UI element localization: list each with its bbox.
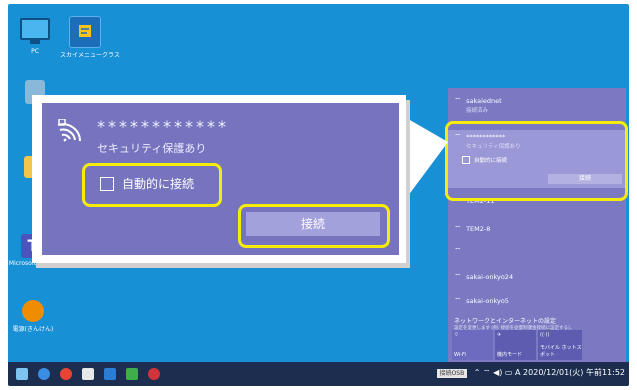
network-settings-link[interactable]: ネットワークとインターネットの設定 設定を変更します (例: 接続を従量制課金接… — [454, 316, 574, 331]
volume-icon[interactable]: ◀) — [493, 368, 502, 377]
start-icon[interactable] — [16, 368, 28, 380]
highlight-box-checkbox — [82, 163, 222, 207]
chevron-up-icon[interactable]: ⌃ — [474, 368, 481, 377]
highlight-box-connect — [238, 204, 390, 248]
network-tray-icon[interactable]: ⌔ — [483, 368, 491, 377]
network-status: 接続済み — [466, 108, 489, 114]
hotspot-icon: ((·)) — [540, 332, 550, 338]
app-icon[interactable] — [126, 368, 138, 380]
desktop-icon-skymenu[interactable]: スカイメニュークラス — [60, 16, 120, 59]
explorer-icon[interactable] — [82, 368, 94, 380]
tile-label: モバイル ホットスポット — [540, 345, 582, 358]
quick-action-tiles: ⌔ Wi-Fi ✈ 機内モード ((·)) モバイル ホットスポット — [452, 330, 622, 360]
power-icon — [22, 300, 44, 322]
network-item[interactable]: ⌔ sakai-onkyo5 — [454, 296, 509, 306]
network-name: sakai-onkyo5 — [466, 297, 509, 305]
network-item-sakaiednet[interactable]: ⌔ sakaiednet 接続済み — [454, 96, 502, 114]
network-name: sakai-onkyo24 — [466, 273, 514, 281]
network-ssid: ************ — [97, 117, 229, 136]
system-tray: 接続OSB ⌃ ⌔ ◀) ▭ A 2020/12/01(火) 午前11:52 — [436, 367, 625, 378]
network-name: sakaiednet — [466, 97, 502, 105]
network-item[interactable]: ⌔ — [454, 246, 464, 256]
desktop-icon-label: PC — [31, 48, 39, 55]
tile-label: 機内モード — [497, 352, 523, 358]
desktop-icon-label: スカイメニュークラス — [60, 52, 120, 59]
wifi-icon: ⌔ — [454, 272, 462, 281]
mobile-hotspot-tile[interactable]: ((·)) モバイル ホットスポット — [538, 330, 582, 360]
edge-icon[interactable] — [38, 368, 50, 380]
desktop-icon-power[interactable]: 電源(きんけん) — [8, 300, 58, 333]
desktop-icon-label: 電源(きんけん) — [12, 326, 54, 333]
app-icon[interactable] — [148, 368, 160, 380]
airplane-mode-tile[interactable]: ✈ 機内モード — [495, 330, 536, 360]
keyboard-icon[interactable]: ▭ — [505, 368, 513, 377]
clock[interactable]: A 2020/12/01(火) 午前11:52 — [515, 368, 625, 377]
chrome-icon[interactable] — [60, 368, 72, 380]
wifi-secure-icon — [57, 119, 81, 142]
network-security-status: セキュリティ保護あり — [97, 142, 207, 155]
store-icon[interactable] — [104, 368, 116, 380]
tile-label: Wi-Fi — [454, 352, 466, 358]
airplane-icon: ✈ — [497, 332, 502, 338]
computer-icon — [20, 18, 50, 44]
ime-badge[interactable]: 接続OSB — [436, 369, 468, 378]
network-item[interactable]: ⌔ TEM2-8 — [454, 224, 490, 234]
wifi-tile[interactable]: ⌔ Wi-Fi — [452, 330, 493, 360]
desktop: PC スカイメニュークラス T Microsoft Teams 電源(きんけん)… — [8, 4, 629, 386]
wifi-icon: ⌔ — [454, 296, 462, 305]
wifi-icon: ⌔ — [454, 96, 462, 105]
wifi-tile-icon: ⌔ — [454, 332, 459, 338]
network-name: TEM2-8 — [466, 225, 491, 233]
wifi-icon: ⌔ — [454, 246, 462, 255]
highlight-box-flyout — [445, 121, 628, 201]
network-item[interactable]: ⌔ sakai-onkyo24 — [454, 272, 513, 282]
settings-title: ネットワークとインターネットの設定 — [454, 318, 557, 325]
desktop-icon-pc[interactable]: PC — [10, 18, 60, 55]
callout-zoomed-network: ************ セキュリティ保護あり 自動的に接続 接続 — [42, 103, 399, 255]
wifi-icon: ⌔ — [454, 224, 462, 233]
taskbar: 接続OSB ⌃ ⌔ ◀) ▭ A 2020/12/01(火) 午前11:52 — [8, 362, 629, 386]
skymenu-icon — [69, 16, 101, 48]
